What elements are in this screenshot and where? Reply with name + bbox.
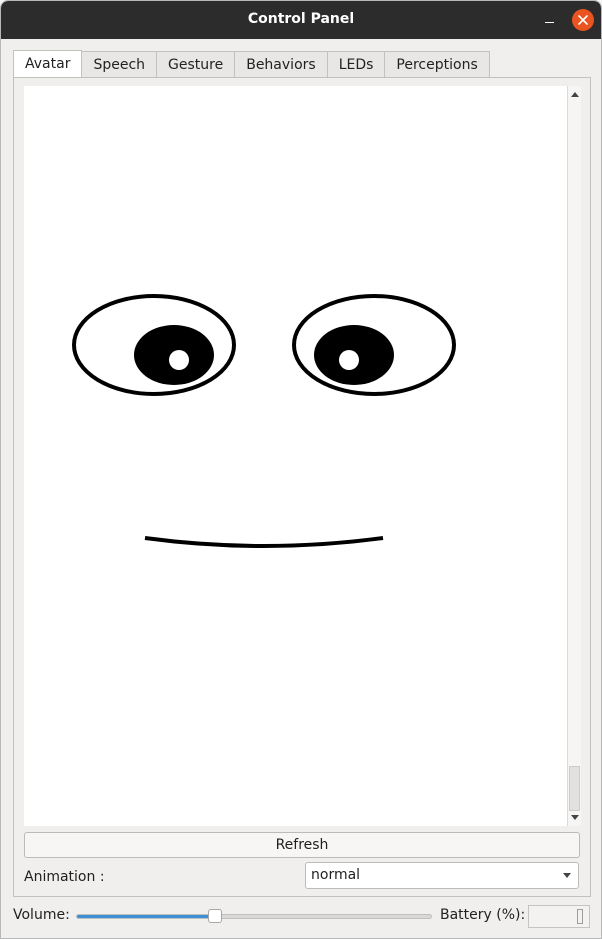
title-bar[interactable]: Control Panel <box>1 1 601 39</box>
control-panel-window: Control Panel Avatar Speech Gesture Beha… <box>0 0 602 939</box>
tab-perceptions[interactable]: Perceptions <box>384 51 490 78</box>
window-title: Control Panel <box>247 11 355 27</box>
animation-select[interactable]: normal <box>305 862 579 889</box>
tab-avatar[interactable]: Avatar <box>13 50 83 78</box>
scroll-up-arrow-icon[interactable] <box>571 92 579 97</box>
chevron-down-icon <box>563 873 571 878</box>
left-eye-highlight <box>169 350 189 370</box>
tab-gesture[interactable]: Gesture <box>156 51 236 78</box>
tab-leds[interactable]: LEDs <box>326 51 386 78</box>
tab-speech[interactable]: Speech <box>81 51 158 78</box>
battery-label: Battery (%): <box>440 907 526 923</box>
minimize-icon[interactable] <box>539 9 561 31</box>
volume-slider-handle[interactable] <box>208 909 222 923</box>
volume-slider[interactable] <box>76 914 432 919</box>
animation-label: Animation : <box>24 869 105 885</box>
volume-label: Volume: <box>13 907 70 923</box>
canvas-scrollbar[interactable] <box>567 86 581 826</box>
animation-value: normal <box>311 867 361 883</box>
avatar-canvas <box>24 86 567 826</box>
scroll-thumb[interactable] <box>569 766 580 811</box>
close-icon[interactable] <box>572 9 594 31</box>
avatar-tab-panel: Refresh Animation : normal <box>13 77 591 897</box>
volume-slider-fill <box>77 915 215 918</box>
scroll-down-arrow-icon[interactable] <box>571 815 579 820</box>
tab-bar: Avatar Speech Gesture Behaviors LEDs Per… <box>13 50 490 78</box>
tab-behaviors[interactable]: Behaviors <box>234 51 328 78</box>
battery-field <box>528 905 590 928</box>
battery-spinner-icon <box>577 909 583 924</box>
avatar-face <box>72 294 456 548</box>
mouth <box>144 536 384 548</box>
right-eye-highlight <box>339 350 359 370</box>
refresh-button[interactable]: Refresh <box>24 832 580 858</box>
